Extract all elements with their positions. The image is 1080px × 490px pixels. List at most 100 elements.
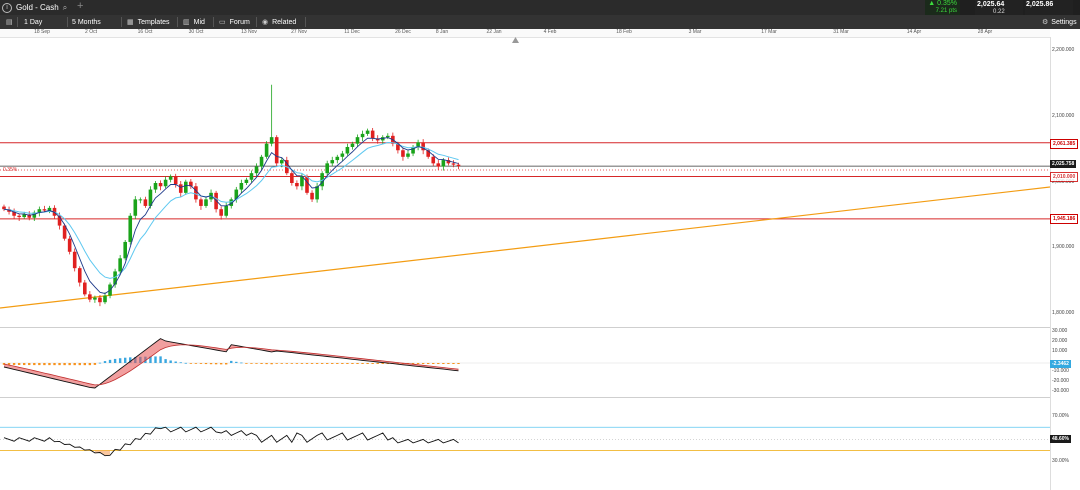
macd-histogram-bar [275, 363, 278, 364]
macd-histogram-bar [371, 363, 374, 364]
candle-body [365, 130, 370, 134]
price-type-icon: ▥ [183, 19, 190, 26]
macd-histogram-bar [437, 363, 440, 364]
macd-histogram-bar [43, 363, 46, 366]
range-select[interactable]: 5 Months [68, 16, 120, 28]
forum-button[interactable]: ▭ Forum [215, 16, 254, 28]
macd-histogram-bar [154, 356, 157, 363]
macd-histogram-bar [416, 363, 420, 364]
macd-histogram-bar [199, 363, 203, 364]
trendline [0, 186, 1050, 309]
candle-body [194, 186, 198, 200]
price-axis[interactable] [1050, 37, 1080, 490]
macd-histogram-bar [194, 363, 198, 364]
candle-body [133, 199, 138, 216]
instrument-tab[interactable]: i Gold - Cash ⌕ [2, 1, 67, 14]
macd-panel[interactable] [0, 328, 1050, 398]
macd-histogram-bar [351, 363, 354, 364]
divider [256, 17, 257, 27]
candle-body [360, 133, 365, 138]
support-price-tag: 1,945.186 [1050, 214, 1079, 224]
settings-label: Settings [1051, 18, 1077, 26]
bid-price: 2,025.64 [977, 1, 1005, 8]
macd-tick-label: -10.000 [1052, 368, 1069, 374]
candle-body [295, 183, 299, 187]
candle-body [178, 184, 183, 193]
settings-button[interactable]: ⚙ Settings [1042, 15, 1077, 29]
macd-histogram-bar [204, 363, 208, 365]
price-chart[interactable] [0, 37, 1050, 327]
macd-histogram-bar [38, 363, 41, 366]
info-icon[interactable]: i [2, 2, 12, 13]
candle-body [355, 137, 360, 144]
y-tick-label: 1,900.000 [1052, 244, 1075, 250]
divider [213, 17, 214, 27]
candle-body [199, 199, 203, 206]
macd-histogram-bar [214, 363, 218, 365]
price-type-button[interactable]: ▥ Mid [179, 16, 209, 28]
candle-body [123, 241, 127, 259]
rsi-tick-label: 70.00% [1052, 413, 1069, 419]
gear-icon: ⚙ [1042, 19, 1049, 26]
candle-body [168, 176, 173, 180]
candle-body [305, 176, 309, 193]
candle-body [441, 160, 446, 167]
macd-histogram-bar [88, 363, 92, 366]
macd-histogram-bar [305, 363, 309, 364]
macd-histogram-bar [295, 363, 299, 364]
divider [177, 17, 178, 27]
macd-histogram-bar [255, 363, 258, 364]
x-tick-label: 14 Apr [906, 29, 922, 35]
macd-histogram-bar [225, 363, 228, 365]
macd-histogram-bar [58, 363, 61, 366]
templates-button[interactable]: ▦ Templates [123, 16, 174, 28]
macd-histogram-bar [341, 363, 344, 364]
macd-histogram-bar [310, 363, 314, 364]
x-tick-label: 18 Sep [34, 29, 50, 35]
range-label: 5 Months [72, 18, 101, 26]
candle-body [143, 199, 148, 206]
macd-histogram-bar [235, 361, 238, 363]
divider [17, 17, 18, 27]
related-button[interactable]: ◉ Related [258, 16, 300, 28]
macd-histogram-bar [93, 363, 97, 365]
macd-histogram-bar [427, 363, 430, 364]
macd-histogram-bar [346, 363, 349, 364]
y-tick-label: 2,200.000 [1052, 47, 1075, 53]
x-tick-label: 16 Oct [137, 29, 153, 35]
macd-histogram-bar [28, 363, 31, 366]
macd-histogram-bar [300, 363, 304, 364]
x-tick-label: 31 Mar [833, 29, 849, 35]
interval-select[interactable]: 1 Day [20, 16, 66, 28]
macd-histogram-bar [442, 363, 445, 364]
level-price-tag: 2,010.000 [1050, 172, 1079, 182]
candle-body [158, 183, 163, 187]
rsi-panel[interactable] [0, 398, 1050, 490]
candle-body [244, 179, 249, 183]
macd-histogram-bar [457, 363, 460, 364]
macd-histogram-bar [12, 363, 16, 365]
macd-histogram-bar [83, 363, 86, 366]
macd-histogram-bar [315, 363, 319, 364]
macd-histogram-bar [265, 363, 268, 365]
candle-body [2, 206, 6, 210]
candle-body [17, 215, 21, 218]
macd-histogram-bar [381, 363, 384, 364]
candle-body [401, 150, 405, 157]
candle-body [406, 153, 410, 157]
current-price-tag: 2,025.758 [1050, 160, 1077, 168]
macd-histogram-bar [124, 357, 127, 363]
macd-tick-label: -20.000 [1052, 378, 1069, 384]
x-tick-label: 2 Oct [85, 29, 97, 35]
divider [305, 17, 306, 27]
y-tick-label: 1,800.000 [1052, 310, 1075, 316]
macd-tick-label: 30.000 [1052, 328, 1068, 334]
candle-body [184, 181, 188, 193]
templates-label: Templates [137, 18, 170, 26]
search-icon[interactable]: ⌕ [63, 3, 67, 13]
candle-body [42, 209, 47, 211]
candle-body [456, 164, 461, 166]
add-tab-icon[interactable]: + [77, 0, 83, 12]
candle-body [279, 160, 284, 164]
toggle-panel-button[interactable]: ▤ [2, 16, 17, 28]
